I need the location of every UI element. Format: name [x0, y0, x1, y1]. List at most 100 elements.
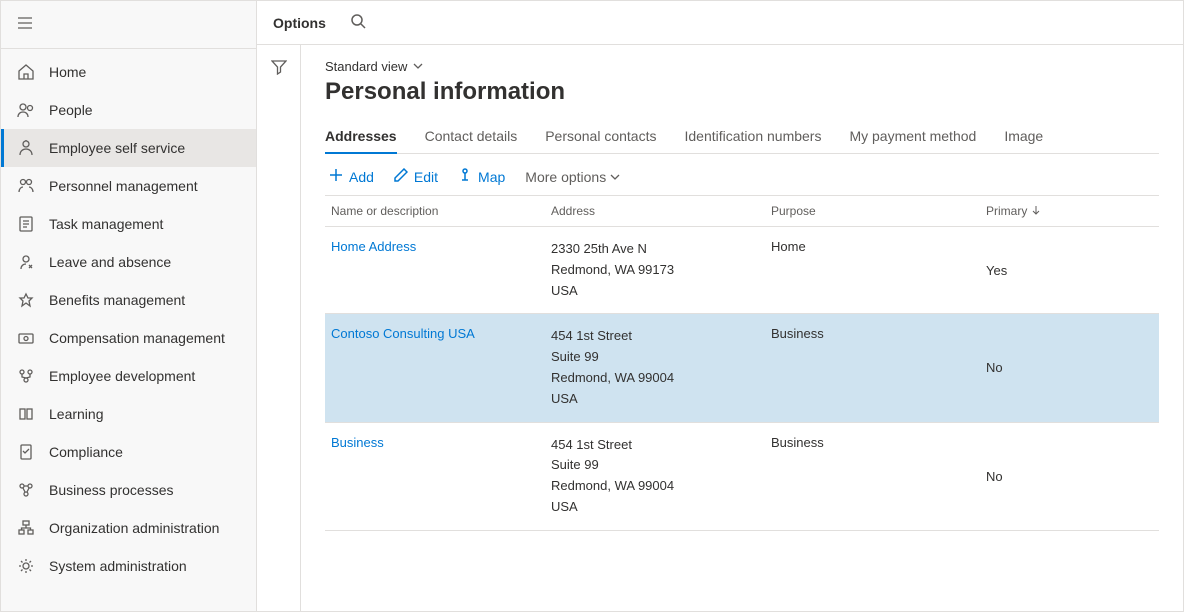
sidebar-item-personnel[interactable]: Personnel management — [1, 167, 256, 205]
sidebar-item-task[interactable]: Task management — [1, 205, 256, 243]
row-primary: No — [986, 326, 1153, 409]
development-icon — [17, 367, 35, 385]
tab-identification-numbers[interactable]: Identification numbers — [685, 120, 822, 153]
home-icon — [17, 63, 35, 81]
hamburger-icon — [17, 19, 33, 34]
edit-button[interactable]: Edit — [394, 168, 438, 185]
view-label: Standard view — [325, 59, 407, 74]
personnel-icon — [17, 177, 35, 195]
map-label: Map — [478, 169, 505, 185]
search-icon — [350, 17, 366, 32]
view-switcher[interactable]: Standard view — [325, 59, 1159, 74]
plus-icon — [329, 168, 343, 185]
add-button[interactable]: Add — [329, 168, 374, 185]
edit-label: Edit — [414, 169, 438, 185]
tabs: Addresses Contact details Personal contact… — [325, 120, 1159, 154]
sidebar-item-label: Home — [49, 64, 86, 80]
sidebar-item-label: Benefits management — [49, 292, 185, 308]
row-address: 2330 25th Ave N Redmond, WA 99173 USA — [551, 239, 771, 301]
tab-my-payment-method[interactable]: My payment method — [849, 120, 976, 153]
learning-icon — [17, 405, 35, 423]
tab-image[interactable]: Image — [1004, 120, 1043, 153]
processes-icon — [17, 481, 35, 499]
col-header-address[interactable]: Address — [551, 204, 771, 218]
system-icon — [17, 557, 35, 575]
tab-contact-details[interactable]: Contact details — [425, 120, 518, 153]
sidebar-item-label: People — [49, 102, 93, 118]
people-icon — [17, 101, 35, 119]
sidebar-item-learning[interactable]: Learning — [1, 395, 256, 433]
filter-column — [257, 45, 301, 611]
sidebar-item-label: Task management — [49, 216, 163, 232]
task-icon — [17, 215, 35, 233]
col-header-primary[interactable]: Primary — [986, 204, 1153, 218]
row-primary: Yes — [986, 239, 1153, 301]
self-service-icon — [17, 139, 35, 157]
sidebar-item-development[interactable]: Employee development — [1, 357, 256, 395]
address-grid: Name or description Address Purpose Prim… — [325, 195, 1159, 531]
tab-personal-contacts[interactable]: Personal contacts — [545, 120, 656, 153]
main-area: Options Standard view — [257, 1, 1183, 611]
sidebar-item-processes[interactable]: Business processes — [1, 471, 256, 509]
sidebar-item-label: Personnel management — [49, 178, 198, 194]
sidebar-item-org[interactable]: Organization administration — [1, 509, 256, 547]
more-label: More options — [525, 169, 606, 185]
sidebar-item-label: Compensation management — [49, 330, 225, 346]
page-title: Personal information — [325, 78, 1159, 106]
table-row[interactable]: Contoso Consulting USA 454 1st Street Sui… — [325, 314, 1159, 422]
sidebar-item-leave[interactable]: Leave and absence — [1, 243, 256, 281]
map-pin-icon — [458, 168, 472, 185]
sidebar-item-label: Organization administration — [49, 520, 219, 536]
sidebar-item-label: System administration — [49, 558, 187, 574]
toolbar: Add Edit Map More options — [325, 168, 1159, 185]
row-address: 454 1st Street Suite 99 Redmond, WA 9900… — [551, 435, 771, 518]
org-icon — [17, 519, 35, 537]
col-header-purpose[interactable]: Purpose — [771, 204, 986, 218]
sidebar-item-people[interactable]: People — [1, 91, 256, 129]
hamburger-menu[interactable] — [1, 1, 256, 49]
options-menu[interactable]: Options — [273, 15, 326, 31]
sidebar-item-system[interactable]: System administration — [1, 547, 256, 585]
content: Standard view Personal information Addre… — [301, 45, 1183, 611]
chevron-down-icon — [610, 169, 620, 185]
pencil-icon — [394, 168, 408, 185]
benefits-icon — [17, 291, 35, 309]
table-row[interactable]: Home Address 2330 25th Ave N Redmond, WA … — [325, 227, 1159, 314]
compensation-icon — [17, 329, 35, 347]
map-button[interactable]: Map — [458, 168, 505, 185]
sidebar-item-home[interactable]: Home — [1, 53, 256, 91]
grid-header: Name or description Address Purpose Prim… — [325, 196, 1159, 227]
row-purpose: Business — [771, 435, 986, 518]
chevron-down-icon — [413, 59, 423, 74]
sidebar-item-benefits[interactable]: Benefits management — [1, 281, 256, 319]
row-primary: No — [986, 435, 1153, 518]
sidebar: Home People Employee self service Personnel… — [1, 1, 257, 611]
row-purpose: Business — [771, 326, 986, 409]
row-name-link[interactable]: Home Address — [331, 239, 416, 254]
topbar: Options — [257, 1, 1183, 45]
row-name-link[interactable]: Contoso Consulting USA — [331, 326, 475, 341]
leave-icon — [17, 253, 35, 271]
col-primary-label: Primary — [986, 204, 1027, 218]
sidebar-item-compliance[interactable]: Compliance — [1, 433, 256, 471]
sidebar-item-label: Employee development — [49, 368, 195, 384]
tab-addresses[interactable]: Addresses — [325, 120, 397, 154]
row-purpose: Home — [771, 239, 986, 301]
sidebar-item-label: Learning — [49, 406, 104, 422]
filter-button[interactable] — [271, 59, 287, 611]
row-address: 454 1st Street Suite 99 Redmond, WA 9900… — [551, 326, 771, 409]
row-name-link[interactable]: Business — [331, 435, 384, 450]
filter-icon — [271, 63, 287, 78]
sidebar-item-compensation[interactable]: Compensation management — [1, 319, 256, 357]
sidebar-item-label: Employee self service — [49, 140, 185, 156]
sidebar-item-self-service[interactable]: Employee self service — [1, 129, 256, 167]
table-row[interactable]: Business454 1st Street Suite 99 Redmond,… — [325, 423, 1159, 531]
nav-list: Home People Employee self service Personnel… — [1, 49, 256, 611]
search-button[interactable] — [350, 13, 366, 32]
compliance-icon — [17, 443, 35, 461]
sidebar-item-label: Compliance — [49, 444, 123, 460]
more-options-button[interactable]: More options — [525, 169, 620, 185]
add-label: Add — [349, 169, 374, 185]
sidebar-item-label: Leave and absence — [49, 254, 171, 270]
col-header-name[interactable]: Name or description — [331, 204, 551, 218]
